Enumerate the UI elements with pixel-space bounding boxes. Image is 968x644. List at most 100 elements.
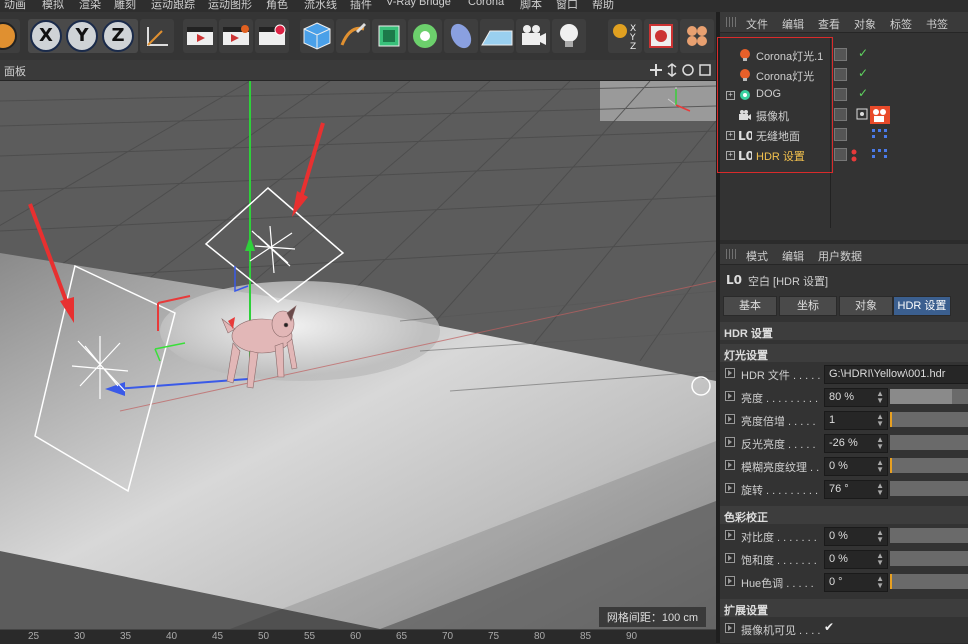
menu-item-simulate[interactable]: 模拟 xyxy=(42,0,64,12)
visibility-toggle[interactable] xyxy=(834,108,847,121)
keyframe-icon[interactable] xyxy=(725,483,735,493)
brightness-field[interactable]: 80 % ▲ ▼ xyxy=(824,388,888,407)
menu-item-help[interactable]: 帮助 xyxy=(592,0,614,12)
visibility-toggle[interactable] xyxy=(834,88,847,101)
menu-item-motion-tracking[interactable]: 运动跟踪 xyxy=(151,0,195,12)
hue-field[interactable]: 0 ° ▲ ▼ xyxy=(824,573,888,592)
menu-item-mograph[interactable]: 运动图形 xyxy=(208,0,252,12)
am-menu-mode[interactable]: 模式 xyxy=(746,248,768,264)
material-editor-icon[interactable] xyxy=(644,19,678,53)
keyframe-icon[interactable] xyxy=(725,437,735,447)
brightness-slider[interactable] xyxy=(890,389,968,404)
target-icon[interactable] xyxy=(856,108,868,120)
saturation-field[interactable]: 0 % ▲ ▼ xyxy=(824,550,888,569)
om-menu-tags[interactable]: 标签 xyxy=(890,16,912,32)
light-object-icon[interactable] xyxy=(552,19,586,53)
menu-item-window[interactable]: 窗口 xyxy=(556,0,578,12)
brightness-multiplier-field[interactable]: 1 ▲ ▼ xyxy=(824,411,888,430)
undo-icon[interactable] xyxy=(0,19,20,53)
keyframe-icon[interactable] xyxy=(725,391,735,401)
reflection-brightness-slider[interactable] xyxy=(890,435,968,450)
coordinate-system-icon[interactable] xyxy=(140,19,174,53)
om-menu-objects[interactable]: 对象 xyxy=(854,16,876,32)
subdivision-surface-icon[interactable] xyxy=(372,19,406,53)
viewport-panel-menu[interactable]: 面板 xyxy=(4,63,26,79)
prop-reflection-brightness: 反光亮度 . . . . . -26 % ▲ ▼ xyxy=(720,432,968,454)
menu-item-plugins[interactable]: 插件 xyxy=(350,0,372,12)
rotation-slider[interactable] xyxy=(890,481,968,496)
ruler-tick: 45 xyxy=(212,631,224,642)
om-menu-view[interactable]: 查看 xyxy=(818,16,840,32)
z-axis-toggle-button[interactable]: Z xyxy=(102,20,134,52)
menu-item-animate[interactable]: 动画 xyxy=(4,0,26,12)
reflection-brightness-field[interactable]: -26 % ▲ ▼ xyxy=(824,434,888,453)
corona-material-icon[interactable] xyxy=(680,19,714,53)
visibility-toggle[interactable] xyxy=(834,148,847,161)
menu-item-sculpt[interactable]: 雕刻 xyxy=(114,0,136,12)
deformer-icon[interactable] xyxy=(444,19,478,53)
svg-text:L0: L0 xyxy=(726,273,742,286)
menu-item-render[interactable]: 渲染 xyxy=(79,0,101,12)
cloner-icon[interactable] xyxy=(408,19,442,53)
keyframe-icon[interactable] xyxy=(725,368,735,378)
keyframe-icon[interactable] xyxy=(725,576,735,586)
keyframe-icon[interactable] xyxy=(725,414,735,424)
tab-coordinates[interactable]: 坐标 xyxy=(779,296,837,316)
om-menu-bookmarks[interactable]: 书签 xyxy=(926,16,948,32)
grip-icon[interactable] xyxy=(726,249,736,259)
tab-object[interactable]: 对象 xyxy=(839,296,893,316)
menu-item-corona[interactable]: Corona xyxy=(468,0,504,8)
camera-object-icon[interactable] xyxy=(516,19,550,53)
tag-dots-icon[interactable] xyxy=(872,129,888,141)
enabled-check-icon[interactable]: ✓ xyxy=(858,86,868,100)
enabled-check-icon[interactable]: ✓ xyxy=(858,66,868,80)
visibility-toggle[interactable] xyxy=(834,128,847,141)
menu-item-pipeline[interactable]: 流水线 xyxy=(304,0,337,12)
xyz-coordinate-icon[interactable]: XYZ xyxy=(608,19,642,53)
x-axis-toggle-button[interactable]: X xyxy=(30,20,62,52)
blur-texture-slider[interactable] xyxy=(890,458,968,473)
render-view-icon[interactable] xyxy=(183,19,217,53)
cube-primitive-icon[interactable] xyxy=(300,19,334,53)
keyframe-icon[interactable] xyxy=(725,553,735,563)
visibility-toggle[interactable] xyxy=(834,48,847,61)
viewport-navigation-icons[interactable] xyxy=(648,62,714,78)
spline-pen-icon[interactable] xyxy=(336,19,370,53)
contrast-field[interactable]: 0 % ▲ ▼ xyxy=(824,527,888,546)
camera-tag-icon[interactable] xyxy=(870,106,890,124)
contrast-slider[interactable] xyxy=(890,528,968,543)
3d-viewport[interactable]: 网格间距：100 cm xyxy=(0,81,716,629)
keyframe-icon[interactable] xyxy=(725,530,735,540)
tab-basic[interactable]: 基本 xyxy=(723,296,777,316)
timeline-ruler[interactable]: 25 30 35 40 45 50 55 60 65 70 75 80 85 9… xyxy=(0,629,716,644)
y-axis-toggle-button[interactable]: Y xyxy=(66,20,98,52)
keyframe-icon[interactable] xyxy=(725,623,735,633)
om-menu-edit[interactable]: 编辑 xyxy=(782,16,804,32)
menu-item-vray-bridge[interactable]: V-Ray Bridge xyxy=(386,0,451,8)
saturation-slider[interactable] xyxy=(890,551,968,566)
floor-object-icon[interactable] xyxy=(480,19,514,53)
enabled-check-icon[interactable]: ✓ xyxy=(858,46,868,60)
keyframe-icon[interactable] xyxy=(725,460,735,470)
brightness-multiplier-slider[interactable] xyxy=(890,412,968,427)
prop-contrast: 对比度 . . . . . . . 0 % ▲ ▼ xyxy=(720,525,968,547)
tab-hdr-settings[interactable]: HDR 设置 xyxy=(893,296,951,316)
hdr-file-field[interactable]: G:\HDRI\Yellow\001.hdr xyxy=(824,365,968,384)
ruler-tick: 85 xyxy=(580,631,592,642)
om-menu-file[interactable]: 文件 xyxy=(746,16,768,32)
tag-dots-icon[interactable] xyxy=(872,149,888,161)
menu-item-script[interactable]: 脚本 xyxy=(520,0,542,12)
am-menu-user-data[interactable]: 用户数据 xyxy=(818,248,862,264)
camera-visible-checkbox[interactable]: ✔ xyxy=(824,620,834,634)
render-settings-icon[interactable] xyxy=(255,19,289,53)
rotation-field[interactable]: 76 ° ▲ ▼ xyxy=(824,480,888,499)
render-dot-icon[interactable] xyxy=(851,149,857,163)
am-menu-edit[interactable]: 编辑 xyxy=(782,248,804,264)
grip-icon[interactable] xyxy=(726,17,736,27)
visibility-toggle[interactable] xyxy=(834,68,847,81)
blur-texture-field[interactable]: 0 % ▲ ▼ xyxy=(824,457,888,476)
menu-item-character[interactable]: 角色 xyxy=(266,0,288,12)
render-picture-viewer-icon[interactable] xyxy=(219,19,253,53)
axis-lock-group: X Y Z xyxy=(28,19,138,53)
hue-slider[interactable] xyxy=(890,574,968,589)
